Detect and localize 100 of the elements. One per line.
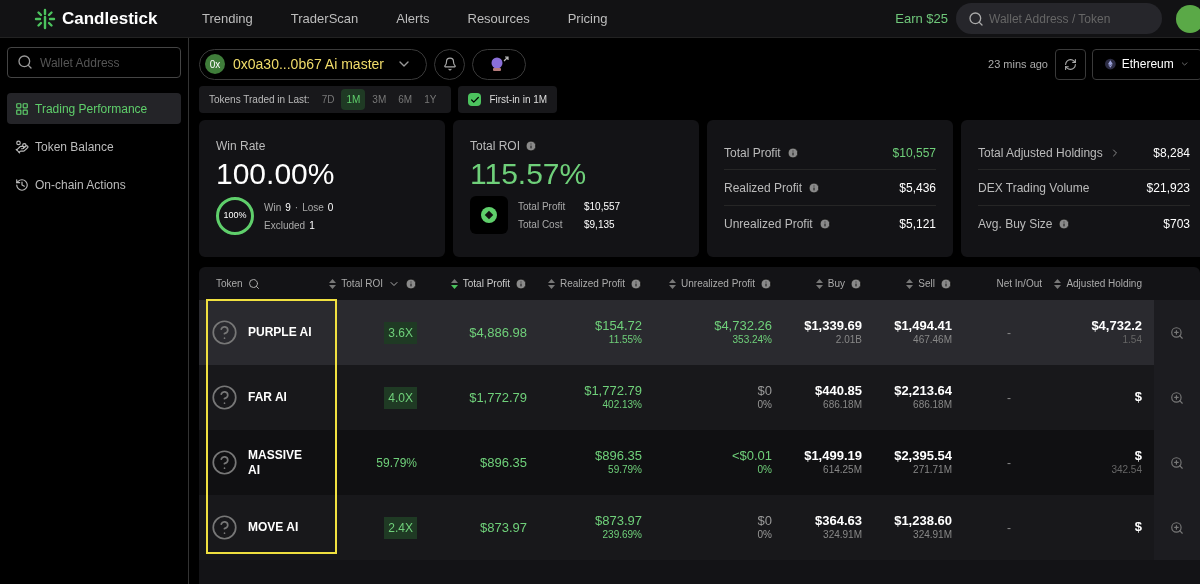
cell-subvalue: 686.18M bbox=[823, 399, 862, 412]
history-icon bbox=[15, 177, 29, 192]
cell-value: - bbox=[1007, 389, 1011, 407]
roi-badge: 2.4X bbox=[384, 516, 417, 539]
cell-value: $1,238.60 bbox=[894, 513, 952, 530]
stat-label: DEX Trading Volume bbox=[978, 180, 1090, 197]
info-icon bbox=[818, 218, 831, 230]
stat-value: $10,557 bbox=[892, 144, 936, 162]
cell-value: $4,732.2 bbox=[1091, 318, 1142, 335]
checkbox[interactable] bbox=[468, 93, 482, 106]
column-header[interactable]: Sell bbox=[918, 276, 935, 291]
cell-value: $0 bbox=[757, 383, 772, 400]
token-name[interactable]: PURPLE AI bbox=[248, 325, 314, 340]
sidebar-item[interactable]: Token Balance bbox=[7, 131, 181, 162]
column-header[interactable]: Realized Profit bbox=[559, 276, 625, 291]
table-row[interactable]: MOVE AI 2.4X $873.97 $873.97 239.69% $0 0% $364.63 324.91M $1,238.60 324.91M - $ bbox=[199, 495, 1200, 560]
nav-link[interactable]: Trending bbox=[202, 8, 253, 29]
sort-icon[interactable] bbox=[450, 278, 458, 289]
cell-value: - bbox=[1007, 454, 1011, 472]
sort-icon[interactable] bbox=[329, 278, 337, 289]
zoom-in-icon[interactable] bbox=[1170, 520, 1184, 535]
search-icon[interactable] bbox=[247, 277, 260, 290]
cell-subvalue: 324.91M bbox=[823, 529, 862, 542]
cell-value: $1,499.19 bbox=[804, 448, 862, 465]
column-header[interactable]: Adjusted Holding bbox=[1066, 276, 1142, 291]
timeframe-tab[interactable]: 1M bbox=[341, 89, 366, 110]
earn-link[interactable]: Earn $25 bbox=[895, 8, 948, 29]
cell-value: - bbox=[1007, 324, 1011, 342]
cell-value: $2,213.64 bbox=[894, 383, 952, 400]
stat-value: $9,135 bbox=[584, 217, 616, 232]
bell-icon bbox=[442, 57, 457, 71]
zoom-in-icon[interactable] bbox=[1170, 390, 1184, 405]
table-row[interactable]: MASSIVE AI 59.79% $896.35 $896.35 59.79% <$0.01 0% $1,499.19 614.25M $2,395.54 271.71M - $ 342.54 bbox=[199, 430, 1200, 495]
nav-link[interactable]: Alerts bbox=[396, 8, 430, 29]
nav-link[interactable]: TraderScan bbox=[290, 8, 359, 29]
cell-value: $1,772.79 bbox=[469, 388, 527, 407]
stat-value: $10,557 bbox=[584, 199, 621, 214]
ethereum-icon bbox=[1105, 57, 1116, 71]
timeframe-tab[interactable]: 7D bbox=[316, 89, 340, 110]
chain-selector[interactable]: Ethereum bbox=[1092, 48, 1200, 80]
token-placeholder-icon bbox=[211, 449, 238, 476]
cell-subvalue: 353.24% bbox=[732, 334, 772, 347]
coins-icon bbox=[15, 139, 29, 154]
sidebar-item[interactable]: Trading Performance bbox=[7, 93, 181, 124]
roi-token-icon bbox=[470, 196, 508, 234]
table-row[interactable]: PURPLE AI 3.6X $4,886.98 $154.72 11.55% $4,732.26 353.24% $1,339.69 2.01B $1,494.41 467.46M - $4,732.2 1.54 bbox=[199, 300, 1200, 365]
info-icon bbox=[1058, 218, 1071, 230]
cell-value: $ bbox=[1134, 448, 1142, 465]
cell-value: $2,395.54 bbox=[894, 448, 952, 465]
sort-icon[interactable] bbox=[547, 278, 555, 289]
nav-link[interactable]: Pricing bbox=[567, 8, 608, 29]
cell-value: $0 bbox=[757, 513, 772, 530]
column-header[interactable]: Buy bbox=[827, 276, 845, 291]
table-row[interactable]: FAR AI 4.0X $1,772.79 $1,772.79 402.13% $0 0% $440.85 686.18M $2,213.64 686.18M - $ bbox=[199, 365, 1200, 430]
roi-badge: 4.0X bbox=[384, 386, 417, 409]
timeframe-tab[interactable]: 3M bbox=[367, 89, 392, 110]
column-header[interactable]: Unrealized Profit bbox=[681, 276, 755, 291]
info-icon bbox=[786, 146, 799, 159]
column-header[interactable]: Total Profit bbox=[462, 276, 510, 291]
cell-value: <$0.01 bbox=[731, 448, 772, 465]
card-title: Win Rate bbox=[216, 138, 267, 155]
lose-count: 0 bbox=[327, 200, 334, 215]
token-name[interactable]: FAR AI bbox=[248, 390, 314, 405]
refresh-button[interactable] bbox=[1055, 48, 1086, 80]
stat-label: Unrealized Profit bbox=[724, 216, 813, 233]
wallet-search-field[interactable]: Wallet Address bbox=[7, 47, 181, 78]
search-field[interactable]: Wallet Address / Token bbox=[956, 3, 1162, 34]
cell-value: $ bbox=[1134, 389, 1142, 406]
info-icon bbox=[405, 277, 417, 290]
token-placeholder-icon bbox=[211, 319, 238, 346]
nav-link[interactable]: Resources bbox=[467, 8, 530, 29]
sidebar-item[interactable]: On-chain Actions bbox=[7, 169, 181, 200]
token-name[interactable]: MASSIVE AI bbox=[248, 447, 314, 478]
zoom-in-icon[interactable] bbox=[1170, 455, 1184, 470]
sort-icon[interactable] bbox=[906, 278, 914, 289]
win-rate-value: 100.00% bbox=[216, 156, 336, 192]
token-placeholder-icon bbox=[211, 384, 238, 411]
column-header[interactable]: Total ROI bbox=[341, 276, 383, 291]
token-name[interactable]: MOVE AI bbox=[248, 520, 314, 535]
cell-subvalue: 1.54 bbox=[1122, 334, 1142, 347]
avatar[interactable] bbox=[1176, 4, 1200, 33]
timeframe-tab[interactable]: 1Y bbox=[419, 89, 442, 110]
stat-value: $21,923 bbox=[1146, 180, 1190, 197]
info-icon bbox=[525, 140, 537, 152]
sort-icon[interactable] bbox=[1054, 278, 1062, 289]
info-icon bbox=[940, 277, 952, 290]
win-label: Win bbox=[264, 200, 282, 215]
cell-subvalue: 2.01B bbox=[835, 334, 862, 347]
column-header[interactable]: Token bbox=[216, 276, 243, 291]
info-icon bbox=[808, 182, 821, 194]
sort-icon[interactable] bbox=[669, 278, 677, 289]
timeframe-tab[interactable]: 6M bbox=[393, 89, 418, 110]
wallet-badge: 0x bbox=[205, 54, 225, 74]
sort-icon[interactable] bbox=[815, 278, 823, 289]
cell-value: - bbox=[1007, 519, 1011, 537]
excluded-label: Excluded bbox=[264, 218, 306, 233]
zoom-in-icon[interactable] bbox=[1170, 325, 1184, 340]
checkbox-label: First-in in 1M bbox=[489, 93, 548, 107]
column-header[interactable]: Net In/Out bbox=[996, 276, 1042, 291]
info-icon bbox=[760, 277, 772, 290]
